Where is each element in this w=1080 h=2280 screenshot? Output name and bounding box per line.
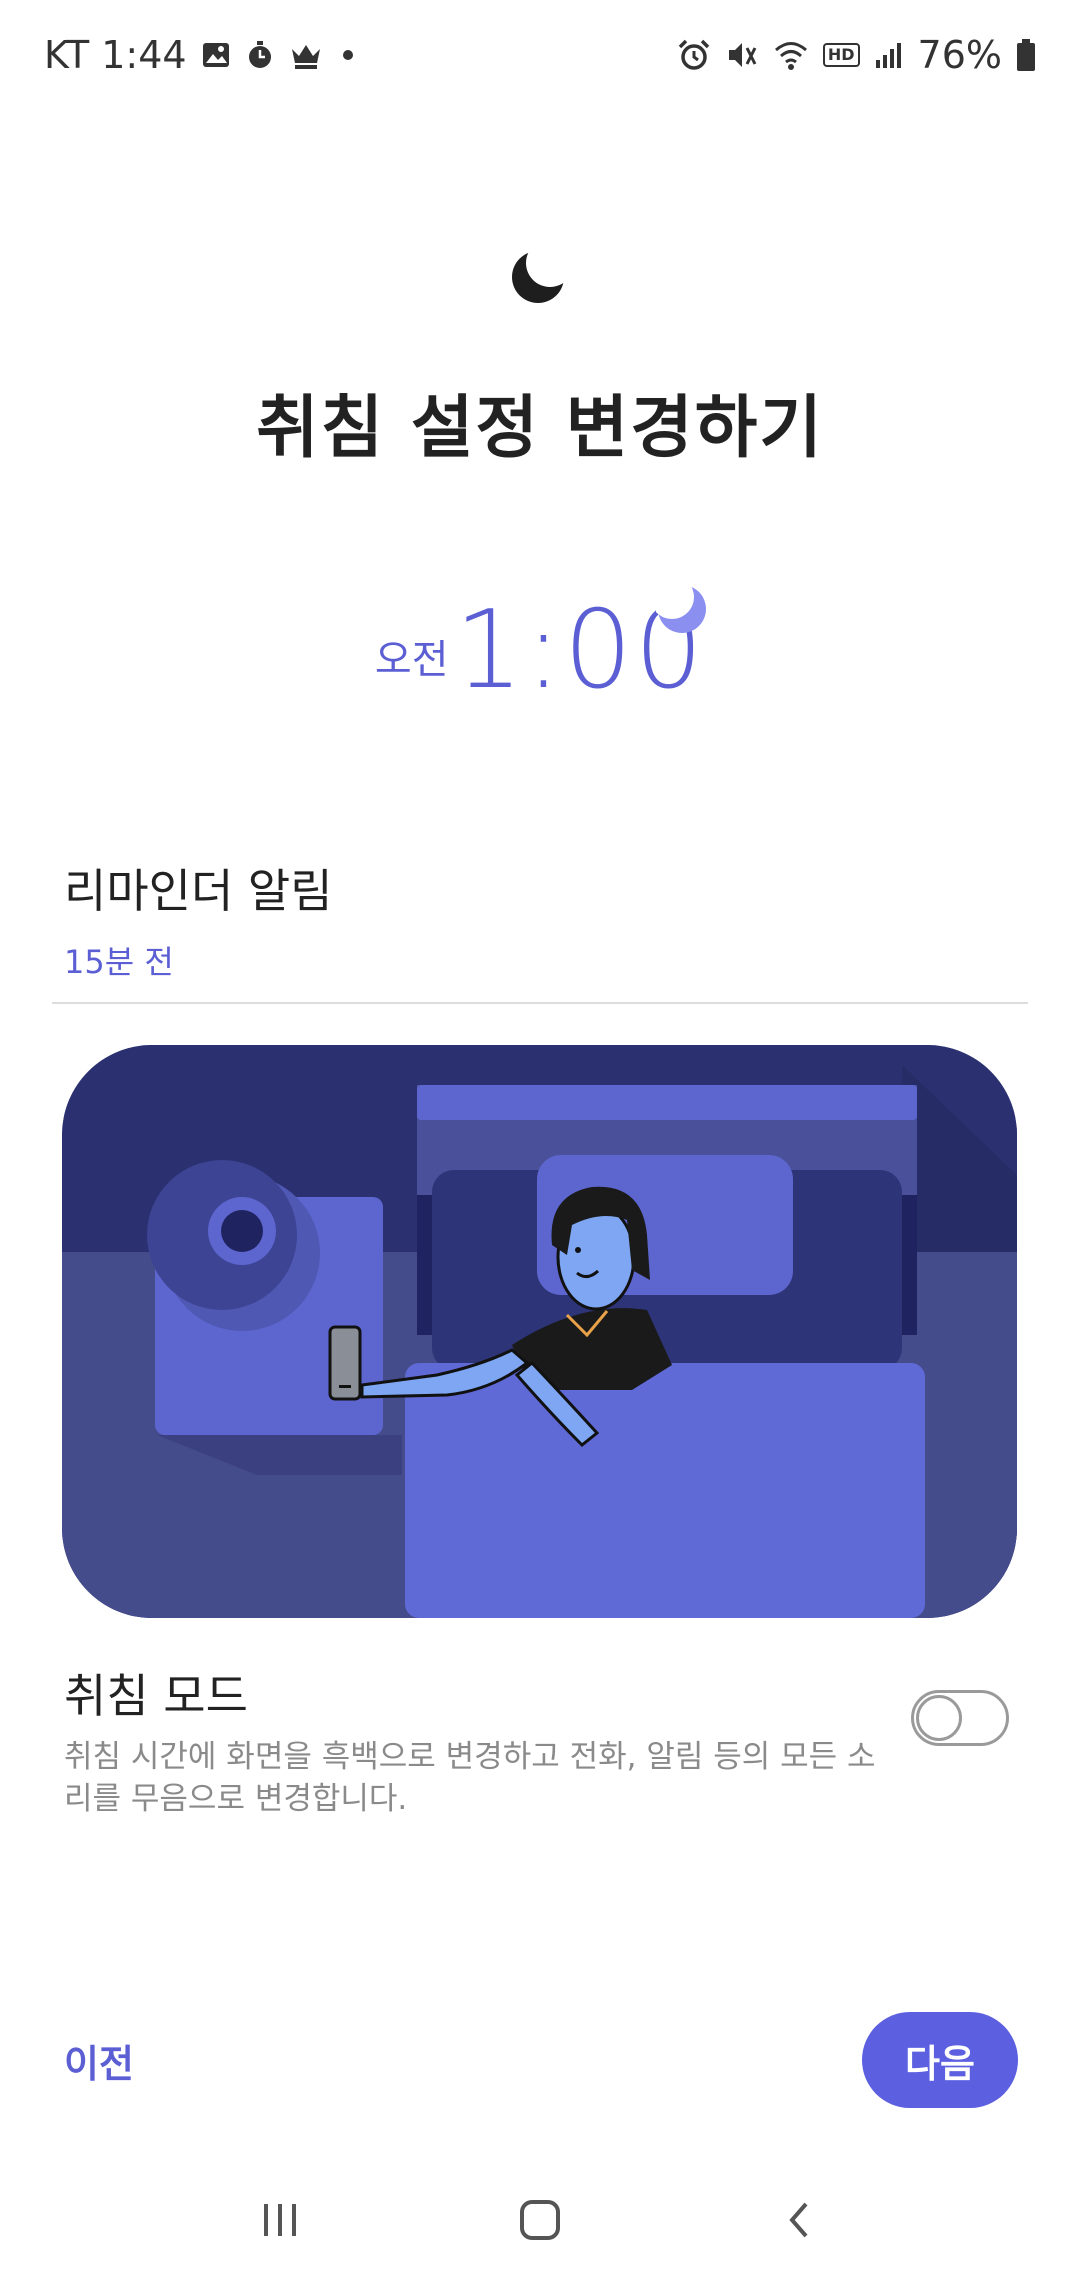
back-icon[interactable] xyxy=(760,2180,840,2260)
bedtime-ampm: 오전 xyxy=(374,637,449,683)
reminder-title: 리마인더 알림 xyxy=(64,864,333,918)
alarm-icon xyxy=(677,38,711,72)
divider xyxy=(52,1002,1028,1004)
image-icon xyxy=(201,40,231,70)
reminder-value: 15분 전 xyxy=(64,943,174,981)
status-left: KT 1:44 xyxy=(44,33,353,77)
dot-icon xyxy=(342,50,353,60)
prev-button[interactable]: 이전 xyxy=(64,2030,134,2090)
moon-icon xyxy=(650,575,708,635)
reminder-setting[interactable]: 리마인더 알림 15분 전 xyxy=(64,855,1024,983)
recent-apps-icon[interactable] xyxy=(240,2180,320,2260)
bedtime-mode: 취침 모드 취침 시간에 화면을 흑백으로 변경하고 전화, 알림 등의 모든 … xyxy=(64,1660,884,1820)
bedtime-mode-title: 취침 모드 xyxy=(64,1669,248,1723)
crown-icon xyxy=(289,40,323,70)
home-icon[interactable] xyxy=(500,2180,580,2260)
wifi-icon xyxy=(773,39,809,71)
signal-icon xyxy=(874,40,904,70)
bedtime-time[interactable]: 오전 1:00 xyxy=(0,585,1080,705)
next-button[interactable]: 다음 xyxy=(862,2012,1018,2108)
screen: KT 1:44 HD 76% 취침 설정 변경하기 오전 1:00 리마인더 알… xyxy=(0,0,1080,2280)
stopwatch-icon xyxy=(245,40,275,70)
mute-icon xyxy=(725,38,759,72)
moon-icon xyxy=(510,239,574,305)
toggle-knob xyxy=(916,1695,962,1741)
bedtime-illustration xyxy=(62,1045,1017,1618)
status-right: HD 76% xyxy=(677,33,1036,77)
status-bar: KT 1:44 HD 76% xyxy=(0,0,1080,110)
bedtime-mode-toggle[interactable] xyxy=(911,1690,1009,1746)
carrier-time: KT 1:44 xyxy=(44,33,187,77)
hd-icon: HD xyxy=(822,43,860,67)
bedtime-mode-description: 취침 시간에 화면을 흑백으로 변경하고 전화, 알림 등의 모든 소리를 무음… xyxy=(64,1739,876,1817)
page-title: 취침 설정 변경하기 xyxy=(256,389,824,468)
battery-percent: 76% xyxy=(917,33,1002,77)
navigation-bar xyxy=(0,2160,1080,2280)
battery-icon xyxy=(1016,38,1036,72)
